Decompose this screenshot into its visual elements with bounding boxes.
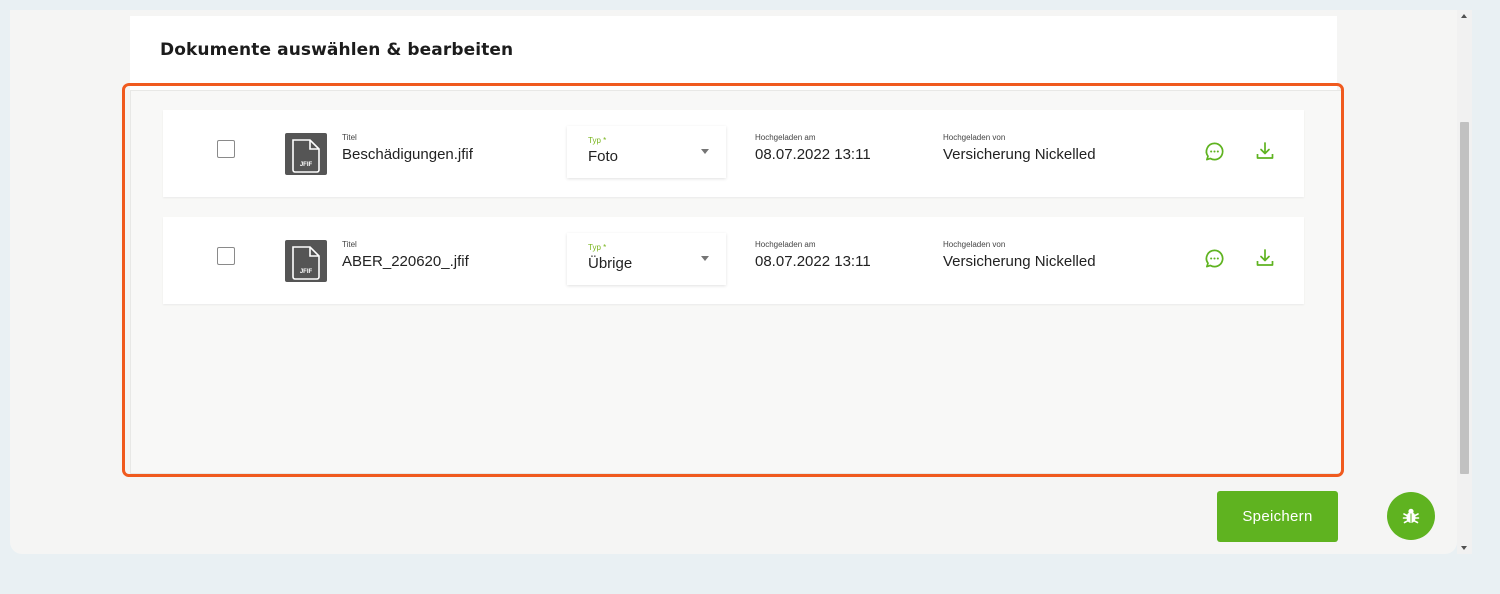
uploaded-by-label: Hochgeladen von xyxy=(943,133,1006,142)
download-button[interactable] xyxy=(1254,140,1276,162)
comment-button[interactable] xyxy=(1203,140,1225,162)
save-button[interactable]: Speichern xyxy=(1217,491,1338,542)
bug-report-button[interactable] xyxy=(1387,492,1435,540)
section-title: Dokumente auswählen & bearbeiten xyxy=(160,40,514,60)
uploaded-at-label: Hochgeladen am xyxy=(755,240,816,249)
scroll-thumb[interactable] xyxy=(1460,122,1469,474)
file-icon: JFIF xyxy=(285,240,327,282)
document-row: JFIF Titel Beschädigungen.jfif Typ * Fot… xyxy=(163,110,1304,197)
document-title: ABER_220620_.jfif xyxy=(342,253,469,270)
select-checkbox[interactable] xyxy=(217,247,235,265)
uploaded-at-value: 08.07.2022 13:11 xyxy=(755,253,871,270)
uploaded-by-value: Versicherung Nickelled xyxy=(943,146,1096,163)
download-icon xyxy=(1256,142,1274,159)
scroll-up-icon[interactable] xyxy=(1461,14,1467,18)
title-label: Titel xyxy=(342,240,357,249)
scroll-down-icon[interactable] xyxy=(1461,546,1467,550)
select-checkbox[interactable] xyxy=(217,140,235,158)
file-badge: JFIF xyxy=(300,162,313,168)
page-scrollbar[interactable] xyxy=(1457,10,1472,554)
comment-icon xyxy=(1205,142,1223,160)
download-button[interactable] xyxy=(1254,247,1276,269)
uploaded-by-label: Hochgeladen von xyxy=(943,240,1006,249)
uploaded-at-value: 08.07.2022 13:11 xyxy=(755,146,871,163)
type-label: Typ * xyxy=(588,243,607,252)
file-icon: JFIF xyxy=(285,133,327,175)
comment-button[interactable] xyxy=(1203,247,1225,269)
type-select[interactable]: Typ * Foto xyxy=(567,126,726,178)
type-select[interactable]: Typ * Übrige xyxy=(567,233,726,285)
uploaded-by-value: Versicherung Nickelled xyxy=(943,253,1096,270)
type-label: Typ * xyxy=(588,136,607,145)
chevron-down-icon xyxy=(701,256,709,261)
document-row: JFIF Titel ABER_220620_.jfif Typ * Übrig… xyxy=(163,217,1304,304)
type-value: Übrige xyxy=(588,255,633,272)
file-badge: JFIF xyxy=(300,269,313,275)
chevron-down-icon xyxy=(701,149,709,154)
uploaded-at-label: Hochgeladen am xyxy=(755,133,816,142)
comment-icon xyxy=(1205,249,1223,267)
type-value: Foto xyxy=(588,148,619,165)
document-title: Beschädigungen.jfif xyxy=(342,146,473,163)
bug-icon xyxy=(1402,508,1420,524)
title-label: Titel xyxy=(342,133,357,142)
download-icon xyxy=(1256,249,1274,266)
